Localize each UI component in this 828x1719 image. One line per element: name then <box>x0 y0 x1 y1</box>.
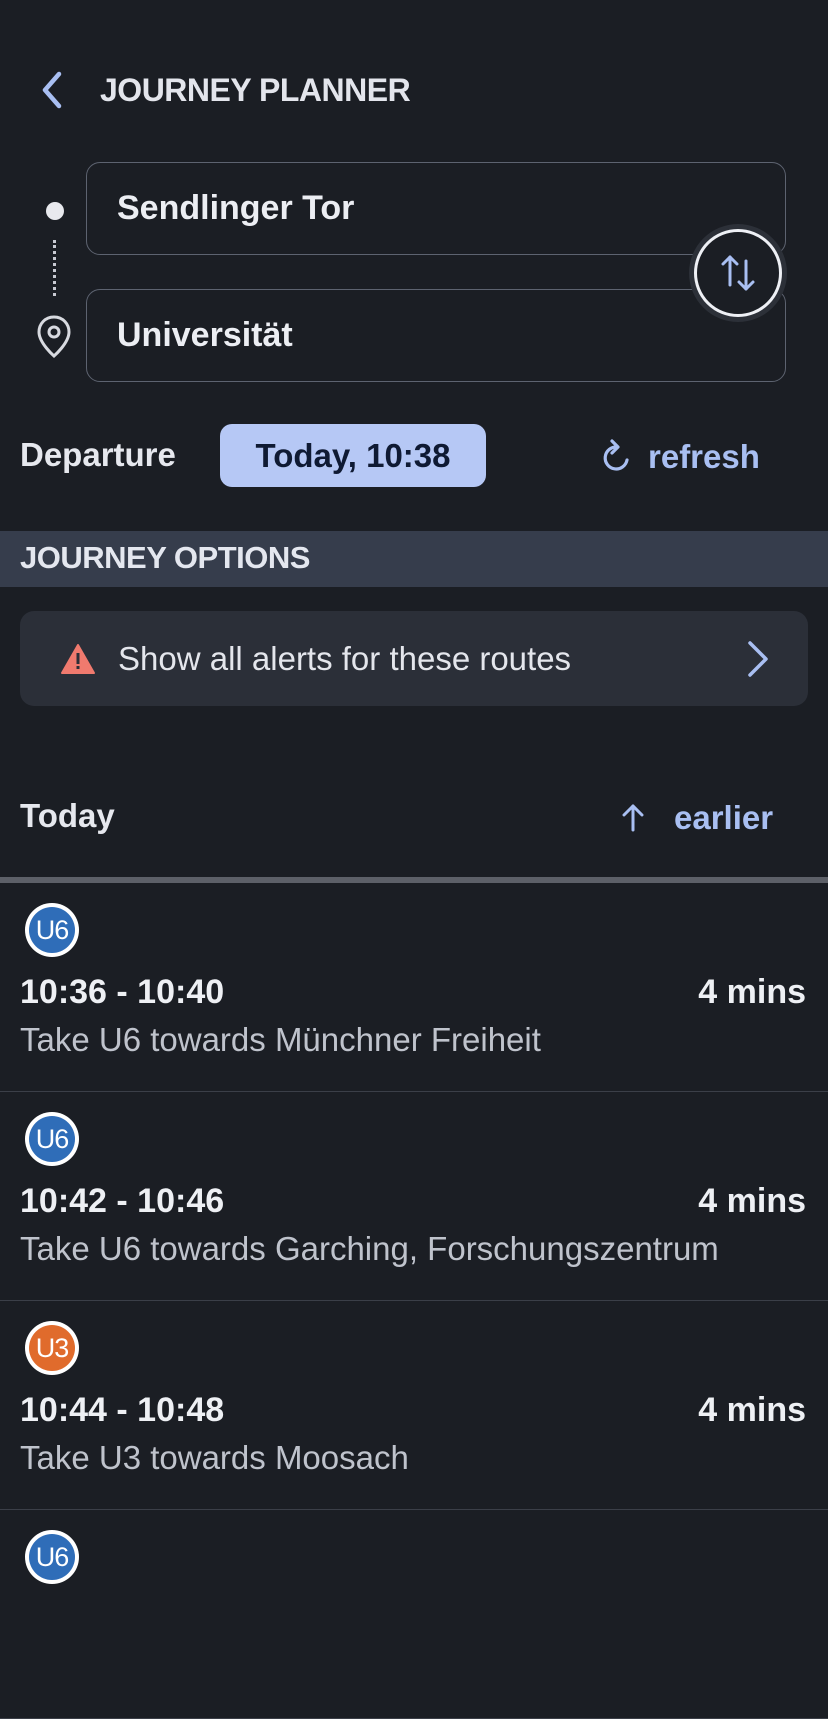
earlier-button[interactable]: earlier <box>620 790 773 846</box>
alerts-label: Show all alerts for these routes <box>118 639 572 677</box>
line-badge-icon: U6 <box>25 1530 79 1584</box>
journey-time: 10:36 - 10:40 <box>20 973 225 1011</box>
journey-option[interactable]: U6 10:36 - 10:40 4 mins Take U6 towards … <box>0 883 828 1092</box>
journey-time: 10:42 - 10:46 <box>20 1182 225 1220</box>
chevron-right-icon <box>748 641 768 677</box>
journey-option[interactable]: U6 <box>0 1510 828 1719</box>
refresh-button[interactable]: refresh <box>600 428 760 486</box>
line-label: U6 <box>29 1116 75 1162</box>
journey-description: Take U6 towards Münchner Freiheit <box>20 1021 541 1058</box>
journey-duration: 4 mins <box>698 973 806 1011</box>
journey-time: 10:44 - 10:48 <box>20 1391 225 1429</box>
alerts-button[interactable]: Show all alerts for these routes <box>20 611 808 706</box>
line-badge-icon: U3 <box>25 1321 79 1375</box>
journey-option[interactable]: U3 10:44 - 10:48 4 mins Take U3 towards … <box>0 1301 828 1510</box>
departure-label: Departure <box>20 436 176 473</box>
line-badge-icon: U6 <box>25 1112 79 1166</box>
line-label: U6 <box>29 907 75 953</box>
page-title: JOURNEY PLANNER <box>100 72 411 108</box>
journey-duration: 4 mins <box>698 1182 806 1220</box>
day-label: Today <box>20 797 115 834</box>
arrow-up-icon <box>622 804 644 832</box>
swap-button[interactable] <box>694 229 782 317</box>
back-button[interactable] <box>30 68 74 112</box>
swap-arrows-icon <box>721 255 755 291</box>
origin-dot-icon <box>46 202 64 220</box>
line-label: U3 <box>29 1325 75 1371</box>
route-connector <box>53 240 60 296</box>
destination-input[interactable]: Universität <box>86 289 786 382</box>
location-pin-icon <box>34 314 74 360</box>
line-badge-icon: U6 <box>25 903 79 957</box>
refresh-label: refresh <box>648 438 760 475</box>
journey-option[interactable]: U6 10:42 - 10:46 4 mins Take U6 towards … <box>0 1092 828 1301</box>
chevron-left-icon <box>42 71 62 109</box>
line-label: U6 <box>29 1534 75 1580</box>
earlier-label: earlier <box>674 799 774 836</box>
refresh-icon <box>603 439 629 471</box>
origin-input[interactable]: Sendlinger Tor <box>86 162 786 255</box>
journey-options-title: JOURNEY OPTIONS <box>20 540 310 575</box>
departure-time-chip[interactable]: Today, 10:38 <box>220 424 486 487</box>
journey-description: Take U3 towards Moosach <box>20 1439 409 1476</box>
journey-description: Take U6 towards Garching, Forschungszent… <box>20 1230 719 1267</box>
warning-icon <box>61 643 95 674</box>
journey-duration: 4 mins <box>698 1391 806 1429</box>
